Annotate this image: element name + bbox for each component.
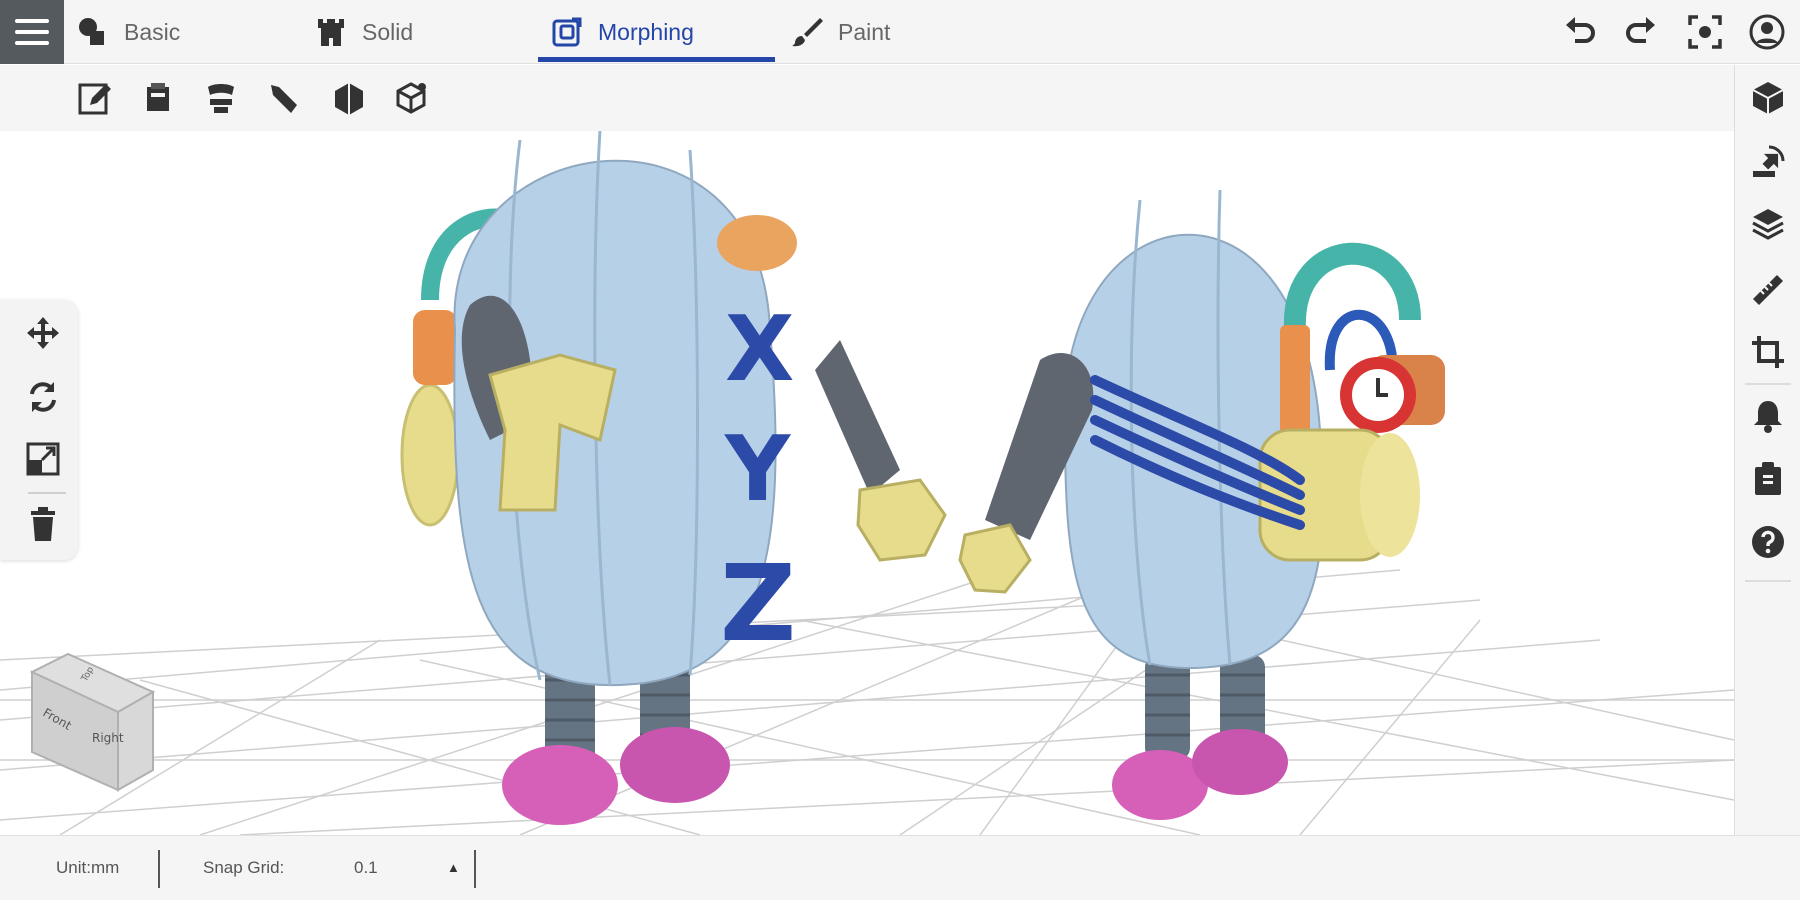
extrude-icon[interactable]	[330, 79, 368, 117]
morphing-toolbar	[0, 65, 1734, 132]
tab-basic[interactable]: Basic	[76, 0, 180, 64]
grid-floor	[0, 569, 1734, 835]
snap-grid-arrow-icon[interactable]: ▲	[447, 860, 460, 875]
import-icon[interactable]	[1749, 143, 1787, 181]
tab-label-morphing: Morphing	[598, 18, 694, 45]
user-account-icon[interactable]	[1748, 13, 1786, 51]
3d-viewport[interactable]: X Y Z Top Front Right	[0, 131, 1734, 835]
view-cube[interactable]: Top Front Right	[29, 652, 156, 792]
shapes-icon	[79, 18, 104, 45]
hamburger-menu-icon[interactable]	[0, 0, 64, 64]
focus-frame-icon[interactable]	[1686, 13, 1724, 51]
status-divider	[474, 850, 476, 888]
snap-grid-label: Snap Grid:	[203, 858, 285, 877]
bend-icon[interactable]	[265, 79, 303, 117]
rail-divider	[1745, 383, 1791, 385]
character-right	[958, 189, 1445, 820]
active-tab-indicator	[538, 57, 775, 62]
top-toolbar: Basic Solid Morphing Paint	[0, 0, 1800, 64]
tab-label-basic: Basic	[124, 18, 181, 45]
xyz-letters: X Y Z	[720, 297, 796, 665]
castle-tower-icon	[318, 19, 344, 46]
tab-solid[interactable]: Solid	[314, 0, 413, 64]
cube-view-icon[interactable]	[1749, 79, 1787, 117]
ruler-icon[interactable]	[1749, 271, 1787, 309]
svg-text:X: X	[725, 297, 794, 402]
move-arrows-icon[interactable]	[24, 314, 62, 352]
rail-divider	[1745, 580, 1791, 582]
tab-morphing[interactable]: Morphing	[550, 0, 694, 64]
tab-label-paint: Paint	[838, 18, 891, 45]
scale-icon[interactable]	[24, 440, 62, 478]
status-divider	[158, 850, 160, 888]
edit-pencil-icon[interactable]	[76, 79, 114, 117]
character-left: X Y Z	[400, 131, 947, 825]
status-bar: Unit:mm Snap Grid: 0.1 ▲	[0, 835, 1800, 900]
snap-grid-value[interactable]: 0.1	[354, 858, 378, 878]
morph-deform-icon[interactable]	[202, 79, 240, 117]
svg-text:Z: Z	[720, 543, 796, 665]
morph-cube-icon	[552, 17, 582, 47]
layers-icon[interactable]	[1749, 205, 1787, 243]
bucket-icon[interactable]	[139, 79, 177, 117]
right-sidebar	[1734, 65, 1800, 835]
svg-text:Y: Y	[724, 417, 792, 522]
unit-label: Unit:mm	[56, 858, 120, 877]
rotate-icon[interactable]	[24, 378, 62, 416]
crop-icon[interactable]	[1749, 333, 1787, 371]
paintbrush-icon	[792, 18, 823, 47]
mesh-edit-icon[interactable]	[392, 79, 430, 117]
undo-icon[interactable]	[1561, 13, 1599, 51]
notification-bell-icon[interactable]	[1749, 397, 1787, 435]
help-icon[interactable]	[1749, 523, 1787, 561]
scene-canvas: X Y Z Top Front Right	[0, 131, 1734, 835]
transform-tools-panel	[0, 300, 78, 560]
view-cube-right-label: Right	[92, 731, 124, 745]
trash-icon[interactable]	[24, 505, 62, 543]
panel-divider	[28, 492, 66, 494]
clipboard-icon[interactable]	[1749, 459, 1787, 497]
redo-icon[interactable]	[1622, 13, 1660, 51]
tab-paint[interactable]: Paint	[790, 0, 890, 64]
tab-label-solid: Solid	[362, 18, 414, 45]
